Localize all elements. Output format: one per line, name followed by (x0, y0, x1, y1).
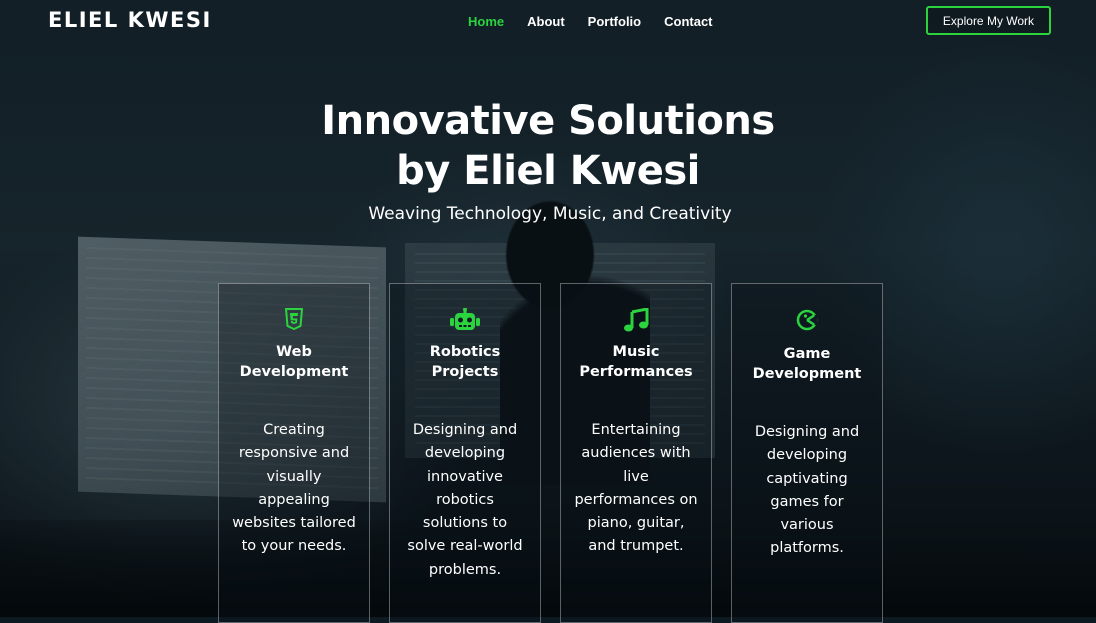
card-title: Web Development (219, 342, 369, 382)
hero-title: Innovative Solutions by Eliel Kwesi (0, 96, 1096, 196)
card-title-line-1: Music (612, 344, 660, 360)
card-description: Designing and developing innovative robo… (407, 422, 523, 578)
html5-icon (219, 308, 369, 334)
card-game-development[interactable]: Game Development Designing and developin… (731, 283, 883, 623)
card-title-line-2: Development (752, 366, 862, 382)
nav-contact[interactable]: Contact (664, 14, 712, 29)
hero-title-line-2: by Eliel Kwesi (396, 148, 700, 194)
card-description: Entertaining audiences with live perform… (574, 422, 698, 555)
card-robotics-projects[interactable]: Robotics Projects Designing and developi… (389, 283, 541, 623)
card-title-line-1: Game (783, 346, 831, 362)
main-nav: Home About Portfolio Contact (468, 14, 713, 29)
robot-icon (390, 308, 540, 334)
nav-home[interactable]: Home (468, 14, 504, 29)
hero-background-image (0, 0, 1096, 617)
card-description: Creating responsive and visually appeali… (232, 422, 356, 555)
card-title-line-2: Development (239, 364, 349, 380)
card-title: Robotics Projects (390, 342, 540, 382)
card-title-line-1: Robotics (429, 344, 501, 360)
nav-about[interactable]: About (527, 14, 565, 29)
card-title-line-2: Projects (431, 364, 499, 380)
card-title: Music Performances (561, 342, 711, 382)
card-title-line-2: Performances (579, 364, 693, 380)
card-title: Game Development (732, 344, 882, 384)
card-music-performances[interactable]: Music Performances Entertaining audience… (560, 283, 712, 623)
card-web-development[interactable]: Web Development Creating responsive and … (218, 283, 370, 623)
brand-logo[interactable]: ELIEL KWESI (48, 8, 212, 32)
music-note-icon (561, 308, 711, 334)
hero-title-line-1: Innovative Solutions (321, 98, 775, 144)
hero-subtitle: Weaving Technology, Music, and Creativit… (368, 204, 732, 224)
game-pacman-icon (732, 308, 882, 334)
nav-portfolio[interactable]: Portfolio (588, 14, 641, 29)
card-description: Designing and developing captivating gam… (754, 424, 860, 557)
explore-my-work-button[interactable]: Explore My Work (926, 6, 1051, 35)
card-title-line-1: Web (276, 344, 312, 360)
